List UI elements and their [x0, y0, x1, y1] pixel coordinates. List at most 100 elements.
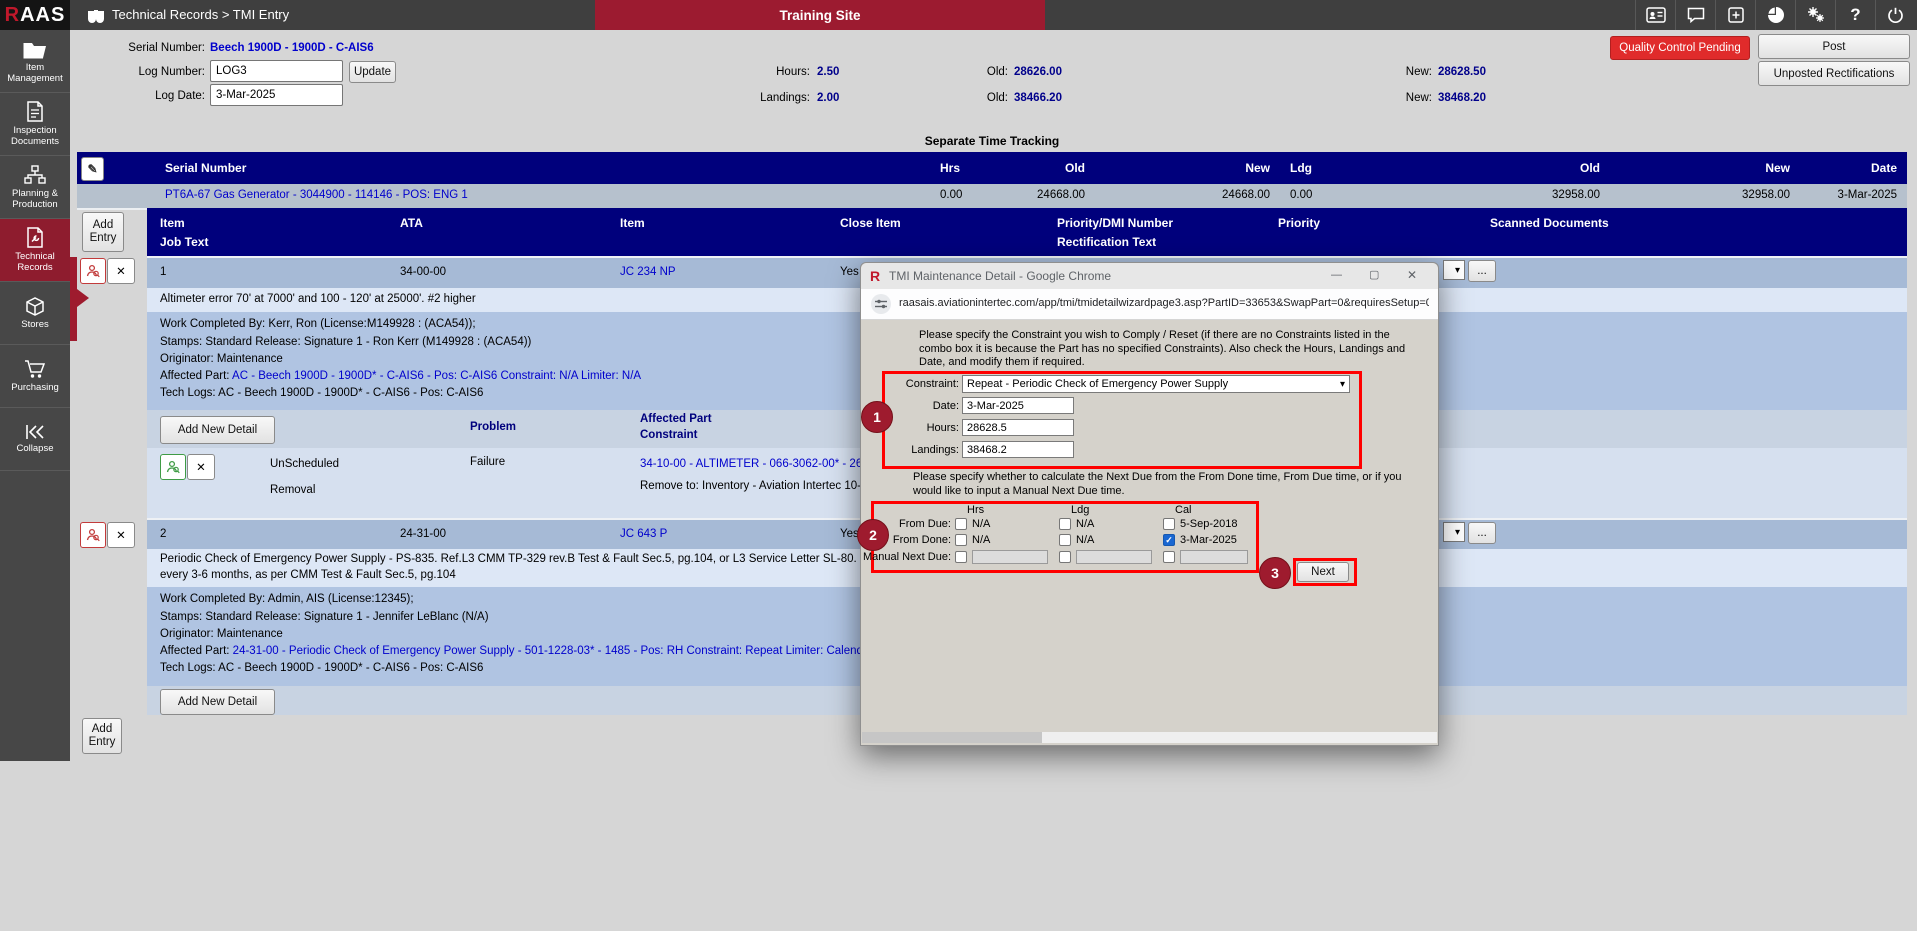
item2-stamps: Stamps: Standard Release: Signature 1 - …: [160, 611, 489, 623]
logo-r: R: [5, 4, 20, 27]
tt-date: 3-Mar-2025: [1797, 189, 1897, 201]
grid-col-hrs: Hrs: [967, 504, 984, 518]
manual-cal-input[interactable]: [1180, 550, 1248, 564]
item1-more-button[interactable]: ...: [1468, 260, 1496, 282]
update-button[interactable]: Update: [349, 61, 396, 83]
item1-dropdown[interactable]: ▾: [1443, 260, 1465, 280]
delete-button-subrow[interactable]: ✕: [187, 454, 215, 480]
sidebar-item-purchasing[interactable]: Purchasing: [0, 345, 70, 408]
item2-number: 2: [160, 528, 166, 540]
sidebar-item-stores[interactable]: Stores: [0, 282, 70, 345]
item2-dropdown[interactable]: ▾: [1443, 522, 1465, 542]
manual-hrs-input[interactable]: [972, 550, 1048, 564]
constraint-label: Constraint:: [889, 378, 959, 392]
top-icon-strip: ?: [1635, 0, 1915, 30]
id-card-icon[interactable]: [1635, 0, 1675, 30]
chat-icon[interactable]: [1675, 0, 1715, 30]
engine-serial-link[interactable]: PT6A-67 Gas Generator - 3044900 - 114146…: [165, 189, 468, 201]
power-icon[interactable]: [1875, 0, 1915, 30]
landings-old-value: 38466.20: [1014, 92, 1062, 104]
delete-button-item2[interactable]: ✕: [107, 522, 135, 548]
quality-control-pending-badge[interactable]: Quality Control Pending: [1610, 36, 1750, 60]
minimize-icon[interactable]: —: [1331, 269, 1342, 281]
landings-input[interactable]: [962, 441, 1074, 458]
next-button[interactable]: Next: [1297, 562, 1349, 582]
manual-ldg-checkbox[interactable]: [1059, 551, 1071, 563]
sidebar-item-inspection-documents[interactable]: Inspection Documents: [0, 93, 70, 156]
from-due-cal-checkbox[interactable]: [1163, 518, 1175, 530]
hours-label-dialog: Hours:: [889, 422, 959, 436]
dialog-title-bar[interactable]: R TMI Maintenance Detail - Google Chrome…: [861, 263, 1438, 290]
item2-affected-part-link[interactable]: 24-31-00 - Periodic Check of Emergency P…: [233, 645, 873, 657]
from-due-hrs-value: N/A: [972, 518, 990, 532]
item1-stamps: Stamps: Standard Release: Signature 1 - …: [160, 336, 531, 348]
from-done-cal-checkbox[interactable]: ✓: [1163, 534, 1175, 546]
manual-ldg-input[interactable]: [1076, 550, 1152, 564]
item2-more-button[interactable]: ...: [1468, 522, 1496, 544]
from-done-ldg-value: N/A: [1076, 534, 1094, 548]
sidebar-item-collapse[interactable]: Collapse: [0, 408, 70, 471]
add-new-detail-button-item2[interactable]: Add New Detail: [160, 689, 275, 715]
add-entry-button-bottom[interactable]: Add Entry: [82, 718, 122, 754]
sidebar-item-planning-production[interactable]: Planning & Production: [0, 156, 70, 219]
item2-tech-logs: Tech Logs: AC - Beech 1900D - 1900D* - C…: [160, 662, 483, 674]
site-info-icon[interactable]: [871, 294, 891, 314]
package-icon: [25, 296, 45, 316]
certify-person-button-item1[interactable]: [80, 258, 106, 284]
item2-affected-part-line: Affected Part: 24-31-00 - Periodic Check…: [160, 645, 873, 657]
pie-chart-icon[interactable]: [1755, 0, 1795, 30]
add-entry-button-top[interactable]: Add Entry: [82, 212, 124, 252]
sidebar-item-technical-records[interactable]: Technical Records: [0, 219, 70, 282]
col-priority: Priority: [1278, 216, 1320, 230]
col-rectification-text: Rectification Text: [1057, 235, 1156, 249]
manual-hrs-checkbox[interactable]: [955, 551, 967, 563]
dialog-url-bar[interactable]: raasais.aviationintertec.com/app/tmi/tmi…: [861, 289, 1438, 320]
col-ldg: Ldg: [1290, 161, 1312, 175]
from-due-ldg-value: N/A: [1076, 518, 1094, 532]
log-number-input[interactable]: [210, 60, 343, 82]
from-due-cal-value: 5-Sep-2018: [1180, 518, 1238, 532]
dialog-horizontal-scrollbar[interactable]: [862, 732, 1437, 743]
landings-value: 2.00: [817, 92, 839, 104]
time-tracking-row[interactable]: PT6A-67 Gas Generator - 3044900 - 114146…: [77, 184, 1907, 210]
add-new-detail-button-item1[interactable]: Add New Detail: [160, 416, 275, 444]
settings-gears-icon[interactable]: [1795, 0, 1835, 30]
from-done-ldg-checkbox[interactable]: [1059, 534, 1071, 546]
hours-old-value: 28626.00: [1014, 66, 1062, 78]
edit-pencil-button[interactable]: ✎: [81, 157, 104, 181]
tt-new: 24668.00: [1170, 189, 1270, 201]
tmi-maintenance-detail-dialog: R TMI Maintenance Detail - Google Chrome…: [860, 262, 1439, 746]
top-bar: RAAS Technical Records > TMI Entry Train…: [0, 0, 1917, 30]
constraint-select[interactable]: Repeat - Periodic Check of Emergency Pow…: [962, 375, 1350, 393]
log-date-input[interactable]: [210, 84, 343, 106]
close-icon[interactable]: ✕: [1407, 268, 1417, 282]
item2-code-link[interactable]: JC 643 P: [620, 528, 667, 540]
scrollbar-thumb[interactable]: [862, 732, 1042, 743]
certify-person-button-item2[interactable]: [80, 522, 106, 548]
serial-number-link[interactable]: Beech 1900D - 1900D - C-AIS6: [210, 42, 374, 54]
hours-value: 2.50: [817, 66, 839, 78]
serial-number-label: Serial Number:: [60, 42, 205, 54]
date-input[interactable]: [962, 397, 1074, 414]
from-due-label: From Due:: [863, 518, 951, 532]
item1-code-link[interactable]: JC 234 NP: [620, 266, 676, 278]
sidebar-item-item-management[interactable]: Item Management: [0, 30, 70, 93]
tt-old: 24668.00: [985, 189, 1085, 201]
from-due-hrs-checkbox[interactable]: [955, 518, 967, 530]
from-done-hrs-checkbox[interactable]: [955, 534, 967, 546]
item1-affected-part-link[interactable]: AC - Beech 1900D - 1900D* - C-AIS6 - Pos…: [232, 370, 641, 382]
maximize-icon[interactable]: ▢: [1369, 268, 1379, 281]
unposted-rectifications-button[interactable]: Unposted Rectifications: [1758, 61, 1910, 86]
item2-close: Yes: [840, 528, 859, 540]
url-text[interactable]: raasais.aviationintertec.com/app/tmi/tmi…: [899, 297, 1429, 309]
affected-part-label: Affected Part:: [160, 370, 229, 382]
add-window-icon[interactable]: [1715, 0, 1755, 30]
hours-input[interactable]: [962, 419, 1074, 436]
delete-button-item1[interactable]: ✕: [107, 258, 135, 284]
from-due-ldg-checkbox[interactable]: [1059, 518, 1071, 530]
raas-favicon: R: [870, 268, 880, 284]
certify-person-button-subrow[interactable]: [160, 454, 186, 480]
help-icon[interactable]: ?: [1835, 0, 1875, 30]
manual-cal-checkbox[interactable]: [1163, 551, 1175, 563]
post-button[interactable]: Post: [1758, 34, 1910, 59]
